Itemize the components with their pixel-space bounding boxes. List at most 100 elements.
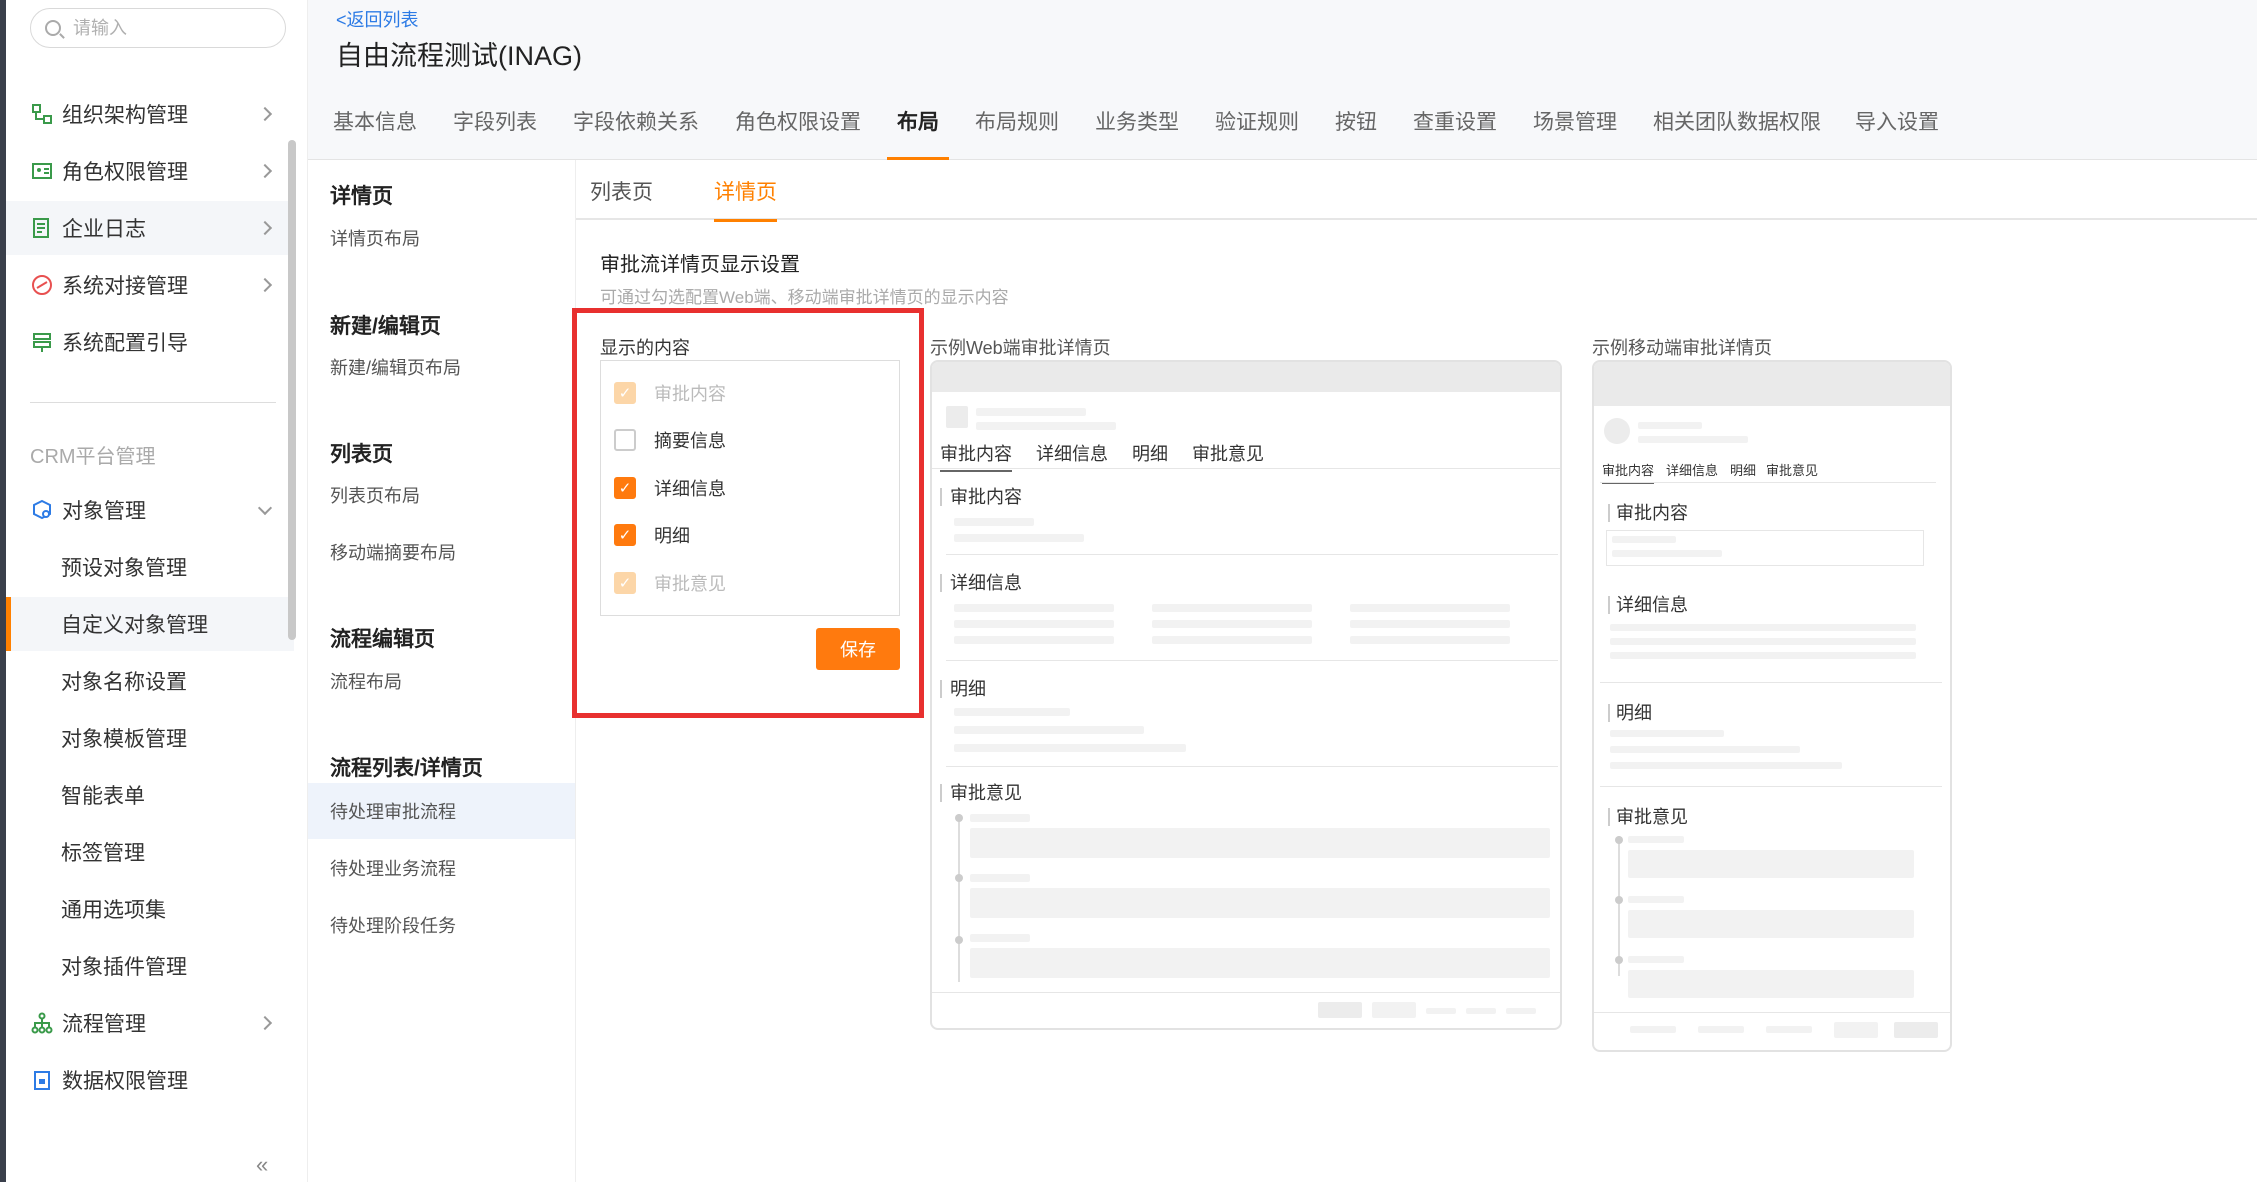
section-item-pending-approval[interactable]: 待处理审批流程 — [308, 783, 575, 839]
preview-section-title: 详细信息 — [940, 574, 1022, 592]
placeholder — [954, 604, 1114, 612]
sidebar-item-object-mgmt[interactable]: 对象管理 — [6, 483, 294, 537]
integration-icon — [30, 273, 54, 297]
option-approval-comments: ✓ 审批意见 — [614, 570, 726, 596]
placeholder — [1506, 1008, 1536, 1014]
web-preview: 审批内容 详细信息 明细 审批意见 审批内容 详细信息 明细 审批意见 — [930, 360, 1562, 1030]
id-card-icon — [30, 159, 54, 183]
subtab-list-page[interactable]: 列表页 — [590, 176, 653, 220]
avatar-placeholder — [1604, 418, 1630, 444]
preview-section-title: 审批意见 — [1608, 808, 1688, 826]
tab-buttons[interactable]: 按钮 — [1335, 106, 1377, 160]
tab-business-type[interactable]: 业务类型 — [1095, 106, 1179, 160]
timeline-dot — [955, 936, 963, 944]
tab-field-dependency[interactable]: 字段依赖关系 — [573, 106, 699, 160]
checkbox-unchecked[interactable] — [614, 429, 636, 451]
tab-import-settings[interactable]: 导入设置 — [1855, 106, 1939, 160]
sidebar-item-integration[interactable]: 系统对接管理 — [6, 258, 294, 312]
placeholder — [1628, 956, 1684, 963]
checkbox-checked[interactable]: ✓ — [614, 477, 636, 499]
sidebar-subitem-smart-forms[interactable]: 智能表单 — [6, 768, 294, 822]
tab-role-permission[interactable]: 角色权限设置 — [735, 106, 861, 160]
tab-layout[interactable]: 布局 — [887, 106, 949, 160]
divider — [1594, 1012, 1950, 1013]
placeholder — [1610, 746, 1800, 753]
section-item-flow-layout[interactable]: 流程布局 — [308, 653, 575, 709]
divider — [1600, 482, 1936, 483]
option-label: 摘要信息 — [654, 431, 726, 451]
sidebar-subitem-option-sets[interactable]: 通用选项集 — [6, 882, 294, 936]
section-item-edit-layout[interactable]: 新建/编辑页布局 — [308, 339, 575, 395]
placeholder — [1350, 636, 1510, 644]
options-label: 显示的内容 — [600, 338, 690, 358]
preview-topbar — [932, 362, 1560, 392]
sidebar-item-data-permission[interactable]: 数据权限管理 — [6, 1053, 294, 1107]
preview-section-title: 明细 — [940, 680, 986, 698]
tab-duplicate-check[interactable]: 查重设置 — [1413, 106, 1497, 160]
org-chart-icon — [30, 102, 54, 126]
search-input[interactable] — [73, 17, 273, 39]
section-item-detail-layout[interactable]: 详情页布局 — [308, 210, 575, 266]
preview-section-title: 详细信息 — [1608, 596, 1688, 614]
sidebar-item-label: 对象管理 — [62, 500, 146, 523]
sidebar-item-org[interactable]: 组织架构管理 — [6, 87, 294, 141]
placeholder — [976, 408, 1086, 416]
sidebar-item-role[interactable]: 角色权限管理 — [6, 144, 294, 198]
preview-section-title: 审批内容 — [1608, 504, 1688, 522]
section-title: 流程编辑页 — [330, 628, 435, 651]
sidebar-subitem-object-names[interactable]: 对象名称设置 — [6, 654, 294, 708]
section-item-list-layout[interactable]: 列表页布局 — [308, 467, 575, 523]
placeholder — [970, 948, 1550, 978]
preview-tab: 明细 — [1730, 463, 1757, 478]
sidebar-subitem-object-templates[interactable]: 对象模板管理 — [6, 711, 294, 765]
section-title: 新建/编辑页 — [330, 315, 441, 338]
tab-scene-mgmt[interactable]: 场景管理 — [1533, 106, 1617, 160]
page-title: 自由流程测试(INAG) — [336, 41, 582, 71]
sidebar-item-flow-mgmt[interactable]: 流程管理 — [6, 996, 294, 1050]
subtab-detail-page[interactable]: 详情页 — [714, 176, 777, 222]
placeholder — [1638, 436, 1748, 443]
placeholder — [1628, 896, 1684, 903]
option-detail-info[interactable]: ✓ 详细信息 — [614, 475, 726, 501]
preview-section-title: 审批意见 — [940, 784, 1022, 802]
placeholder — [1152, 604, 1312, 612]
save-button[interactable]: 保存 — [816, 628, 900, 670]
sidebar-scrollbar[interactable] — [288, 140, 296, 640]
chevron-right-icon — [257, 1015, 273, 1031]
main-tabs: 基本信息 字段列表 字段依赖关系 角色权限设置 布局 布局规则 业务类型 验证规… — [308, 84, 2257, 160]
tab-field-list[interactable]: 字段列表 — [453, 106, 537, 160]
tab-layout-rules[interactable]: 布局规则 — [975, 106, 1059, 160]
placeholder — [1426, 1008, 1456, 1014]
collapse-sidebar-button[interactable]: « — [256, 1152, 268, 1178]
layout-section-menu: 详情页 详情页布局 新建/编辑页 新建/编辑页布局 列表页 列表页布局 移动端摘… — [308, 160, 576, 1182]
section-item-pending-stage[interactable]: 待处理阶段任务 — [308, 897, 575, 953]
search-box[interactable] — [30, 8, 286, 48]
placeholder — [970, 828, 1550, 858]
sidebar-item-label: 企业日志 — [62, 218, 146, 241]
sidebar-subitem-preset-objects[interactable]: 预设对象管理 — [6, 540, 294, 594]
section-item-pending-business[interactable]: 待处理业务流程 — [308, 840, 575, 896]
divider — [1600, 786, 1942, 787]
option-details[interactable]: ✓ 明细 — [614, 522, 690, 548]
back-to-list-link[interactable]: <返回列表 — [336, 6, 419, 32]
section-title: 详情页 — [330, 185, 393, 208]
checkbox-checked[interactable]: ✓ — [614, 524, 636, 546]
preview-tab: 详细信息 — [1036, 444, 1108, 464]
sidebar-item-log[interactable]: 企业日志 — [6, 201, 294, 255]
section-item-mobile-summary[interactable]: 移动端摘要布局 — [308, 524, 575, 580]
sidebar-subitem-custom-objects[interactable]: 自定义对象管理 — [6, 597, 294, 651]
search-icon — [45, 20, 61, 36]
timeline-line — [958, 814, 960, 982]
tab-team-data-permission[interactable]: 相关团队数据权限 — [1653, 106, 1821, 160]
mobile-preview: 审批内容 详细信息 明细 审批意见 审批内容 详细信息 明细 审批意见 — [1592, 360, 1952, 1052]
sidebar-item-label: 角色权限管理 — [62, 161, 188, 184]
sidebar-group-label: CRM平台管理 — [30, 446, 156, 468]
sidebar-subitem-tags[interactable]: 标签管理 — [6, 825, 294, 879]
sidebar-subitem-plugins[interactable]: 对象插件管理 — [6, 939, 294, 993]
placeholder — [1628, 850, 1914, 878]
sidebar: 组织架构管理 角色权限管理 企业日志 系统对接管理 系统配置引导 CRM平台管理 — [6, 0, 308, 1182]
tab-basic-info[interactable]: 基本信息 — [333, 106, 417, 160]
option-summary-info[interactable]: 摘要信息 — [614, 427, 726, 453]
sidebar-item-config-guide[interactable]: 系统配置引导 — [6, 315, 294, 369]
tab-validation-rules[interactable]: 验证规则 — [1215, 106, 1299, 160]
